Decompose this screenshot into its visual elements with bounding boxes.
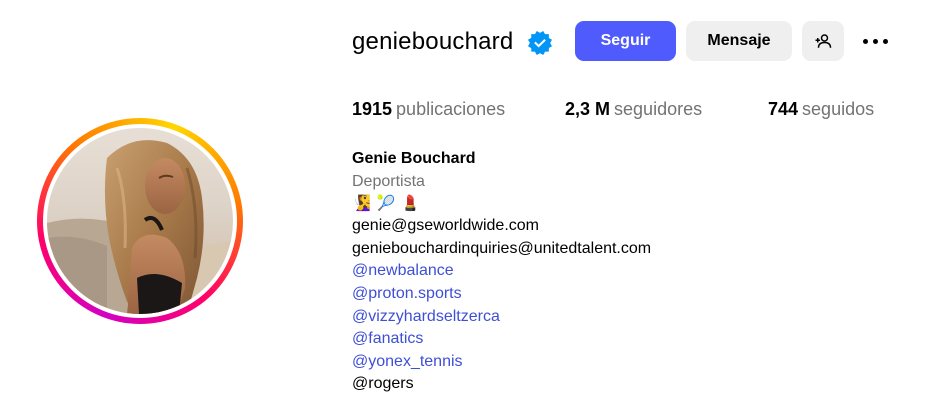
story-ring[interactable] (37, 118, 243, 324)
dot (872, 38, 878, 44)
message-button[interactable]: Mensaje (686, 21, 792, 61)
dot (862, 38, 868, 44)
verified-badge-icon (528, 31, 552, 55)
suggest-users-button[interactable] (802, 21, 844, 61)
followers-label: seguidores (614, 99, 703, 119)
followers-link[interactable]: 2,3 Mseguidores (565, 99, 702, 120)
profile-bio: Genie Bouchard Deportista 🧏‍♀️ 🎾 💄 genie… (352, 148, 651, 396)
dot (882, 38, 888, 44)
mention-link[interactable]: @vizzyhardseltzerca (352, 306, 651, 329)
posts-label: publicaciones (396, 99, 506, 119)
tennis-emoji: 🎾 (376, 195, 396, 213)
lipstick-emoji: 💄 (401, 195, 421, 213)
following-number: 744 (768, 99, 799, 119)
posts-count: 1915 publicaciones (352, 99, 505, 120)
more-options-icon[interactable] (858, 28, 892, 54)
followers-number: 2,3 M (565, 99, 611, 119)
avatar-image (47, 128, 233, 314)
following-link[interactable]: 744 seguidos (768, 99, 874, 120)
bio-last-line: @rogers (352, 375, 414, 393)
bio-emojis: 🧏‍♀️ 🎾 💄 (352, 193, 651, 215)
add-user-icon (815, 34, 832, 48)
bio-email-1: genie@gseworldwide.com (352, 217, 539, 235)
mention-link[interactable]: @yonex_tennis (352, 351, 651, 374)
avatar[interactable] (47, 128, 233, 314)
following-label: seguidos (802, 99, 875, 119)
full-name: Genie Bouchard (352, 150, 476, 167)
bio-email-2: geniebouchardinquiries@unitedtalent.com (352, 239, 652, 257)
category-label: Deportista (352, 172, 425, 190)
mention-link[interactable]: @proton.sports (352, 283, 651, 306)
deaf-woman-emoji: 🧏‍♀️ (352, 195, 371, 213)
profile-username: geniebouchard (352, 28, 514, 55)
avatar-border (43, 124, 237, 318)
posts-number: 1915 (352, 99, 393, 119)
mention-link[interactable]: @fanatics (352, 328, 651, 351)
follow-button[interactable]: Seguir (575, 21, 676, 61)
mention-link[interactable]: @newbalance (352, 260, 651, 283)
